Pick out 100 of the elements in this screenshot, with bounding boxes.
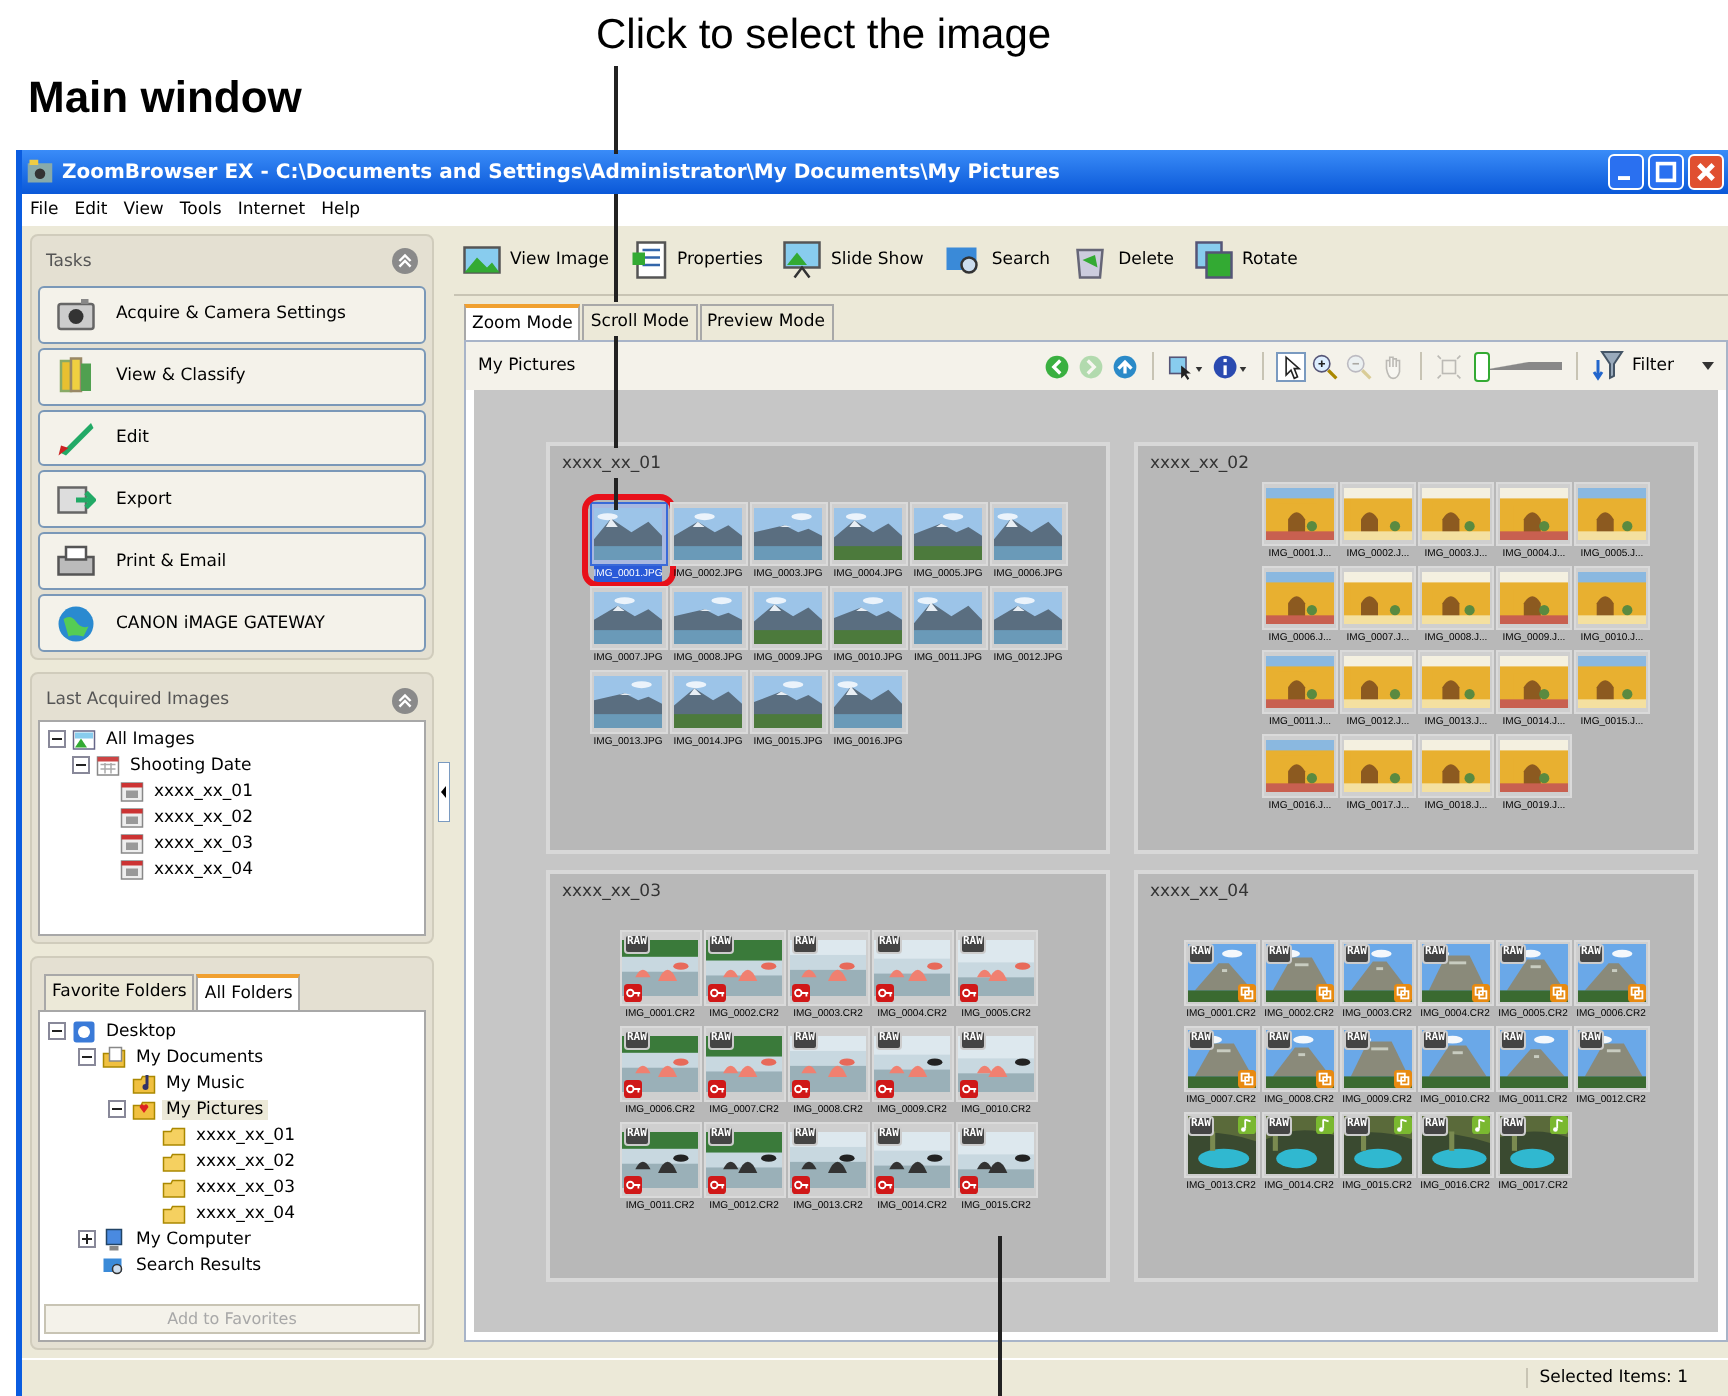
collapse-toggle-icon[interactable] <box>78 1048 96 1066</box>
toolbar-button[interactable]: Rotate <box>1194 240 1298 280</box>
date-icon <box>120 779 144 803</box>
task-button[interactable]: Export <box>38 470 426 529</box>
toolbar-button[interactable]: Search <box>943 240 1051 280</box>
panel-title: Last Acquired Images <box>46 690 230 710</box>
info-icon[interactable] <box>1211 353 1248 379</box>
leader-line <box>614 336 617 448</box>
task-button[interactable]: CANON iMAGE GATEWAY <box>38 594 426 652</box>
group-title: xxxx_xx_02 <box>1148 452 1251 478</box>
mode-tab[interactable]: Preview Mode <box>699 304 833 340</box>
folder-icon <box>162 1149 186 1173</box>
mode-tab[interactable]: Scroll Mode <box>582 304 698 340</box>
tree-item[interactable]: xxxx_xx_02 <box>150 807 257 827</box>
desktop-icon <box>72 1019 96 1043</box>
folder-icon <box>162 1201 186 1225</box>
menu-item[interactable]: Internet <box>237 200 306 220</box>
tree-item[interactable]: xxxx_xx_04 <box>150 859 257 879</box>
tree-item[interactable]: My Music <box>162 1073 249 1093</box>
task-button[interactable]: Print & Email <box>38 532 426 591</box>
task-button[interactable]: View & Classify <box>38 347 426 406</box>
app-icon <box>26 158 54 186</box>
tree-item[interactable]: Desktop <box>102 1021 181 1041</box>
tree-item[interactable]: All Images <box>102 729 199 749</box>
close-button[interactable] <box>1688 154 1724 190</box>
date-icon <box>120 857 144 881</box>
toolbar-button[interactable]: Properties <box>629 240 763 280</box>
maximize-icon <box>1654 160 1678 184</box>
folder-tab[interactable]: Favorite Folders <box>44 974 195 1010</box>
search-icon <box>102 1253 126 1277</box>
tree-item[interactable]: My Documents <box>132 1047 268 1067</box>
filter-icon <box>1591 350 1624 382</box>
images-icon <box>72 727 96 751</box>
toolbar-button[interactable]: Delete <box>1070 240 1174 280</box>
section-heading: Main window <box>28 72 302 124</box>
collapse-toggle-icon[interactable] <box>48 1022 66 1040</box>
toolbar-button[interactable]: View Image <box>462 240 609 280</box>
up-icon[interactable] <box>1111 353 1138 379</box>
tree-item[interactable]: xxxx_xx_01 <box>150 781 257 801</box>
close-icon <box>1694 160 1718 184</box>
zoom-slider[interactable] <box>1469 352 1562 380</box>
menu-item[interactable]: View <box>123 200 164 220</box>
tree-item[interactable]: xxxx_xx_01 <box>192 1125 299 1145</box>
camera-icon <box>56 294 96 335</box>
tree-item[interactable]: xxxx_xx_02 <box>192 1151 299 1171</box>
status-text: Selected Items: 1 <box>1525 1368 1688 1388</box>
slideshow-icon <box>782 240 823 280</box>
view-icon <box>462 240 502 280</box>
tree-item[interactable]: xxxx_xx_03 <box>192 1177 299 1197</box>
menu-item[interactable]: File <box>30 200 59 220</box>
date-icon <box>120 831 144 855</box>
location-label: My Pictures <box>478 356 576 376</box>
slider-thumb[interactable] <box>1474 352 1491 382</box>
menu-item[interactable]: Edit <box>74 200 108 220</box>
thumbnail[interactable] <box>589 502 667 566</box>
menu-item[interactable]: Help <box>321 200 360 220</box>
caret-icon <box>1702 362 1714 370</box>
tree-item[interactable]: My Pictures <box>162 1099 268 1119</box>
tree-item[interactable]: xxxx_xx_04 <box>192 1203 299 1223</box>
expand-toggle-icon[interactable] <box>78 1230 96 1248</box>
tree-item[interactable]: Shooting Date <box>126 755 256 775</box>
tree-item[interactable]: Search Results <box>132 1255 266 1275</box>
back-icon[interactable] <box>1043 353 1070 379</box>
pictures-icon <box>132 1097 156 1121</box>
rotate-icon <box>1194 240 1234 280</box>
zoom-in-icon[interactable] <box>1311 353 1338 379</box>
callout-caption: Click to select the image <box>596 12 1052 60</box>
task-button[interactable]: Edit <box>38 409 426 467</box>
collapse-icon[interactable] <box>392 248 418 275</box>
folder-tab[interactable]: All Folders <box>196 974 301 1010</box>
tree-item[interactable]: xxxx_xx_03 <box>150 833 257 853</box>
collapse-toggle-icon[interactable] <box>48 730 66 748</box>
tree-item[interactable]: My Computer <box>132 1229 255 1249</box>
menu-item[interactable]: Tools <box>179 200 222 220</box>
books-icon <box>56 356 96 397</box>
documents-icon <box>102 1045 126 1069</box>
pointer-icon[interactable] <box>1277 353 1304 379</box>
collapse-handle-icon[interactable] <box>438 762 450 822</box>
toolbar-button[interactable]: Slide Show <box>782 240 924 280</box>
maximize-button[interactable] <box>1648 154 1684 190</box>
music-icon <box>132 1071 156 1095</box>
leader-line <box>614 478 617 510</box>
computer-icon <box>102 1227 126 1251</box>
collapse-toggle-icon[interactable] <box>108 1100 126 1118</box>
mode-tab[interactable]: Zoom Mode <box>464 304 581 340</box>
collapse-icon[interactable] <box>392 687 418 713</box>
leader-line <box>614 194 617 302</box>
properties-icon <box>629 240 669 280</box>
display-icon[interactable] <box>1167 353 1204 379</box>
collapse-toggle-icon[interactable] <box>72 756 90 774</box>
minimize-icon <box>1618 175 1630 180</box>
print-icon <box>56 541 96 582</box>
edit-icon <box>56 418 96 459</box>
group-title: xxxx_xx_03 <box>560 880 663 906</box>
folder-icon <box>162 1123 186 1147</box>
filter-button[interactable]: Filter <box>1591 350 1714 382</box>
group-title: xxxx_xx_01 <box>560 452 663 478</box>
minimize-button[interactable] <box>1608 154 1644 190</box>
globe-icon <box>56 603 96 644</box>
task-button[interactable]: Acquire & Camera Settings <box>38 285 426 344</box>
